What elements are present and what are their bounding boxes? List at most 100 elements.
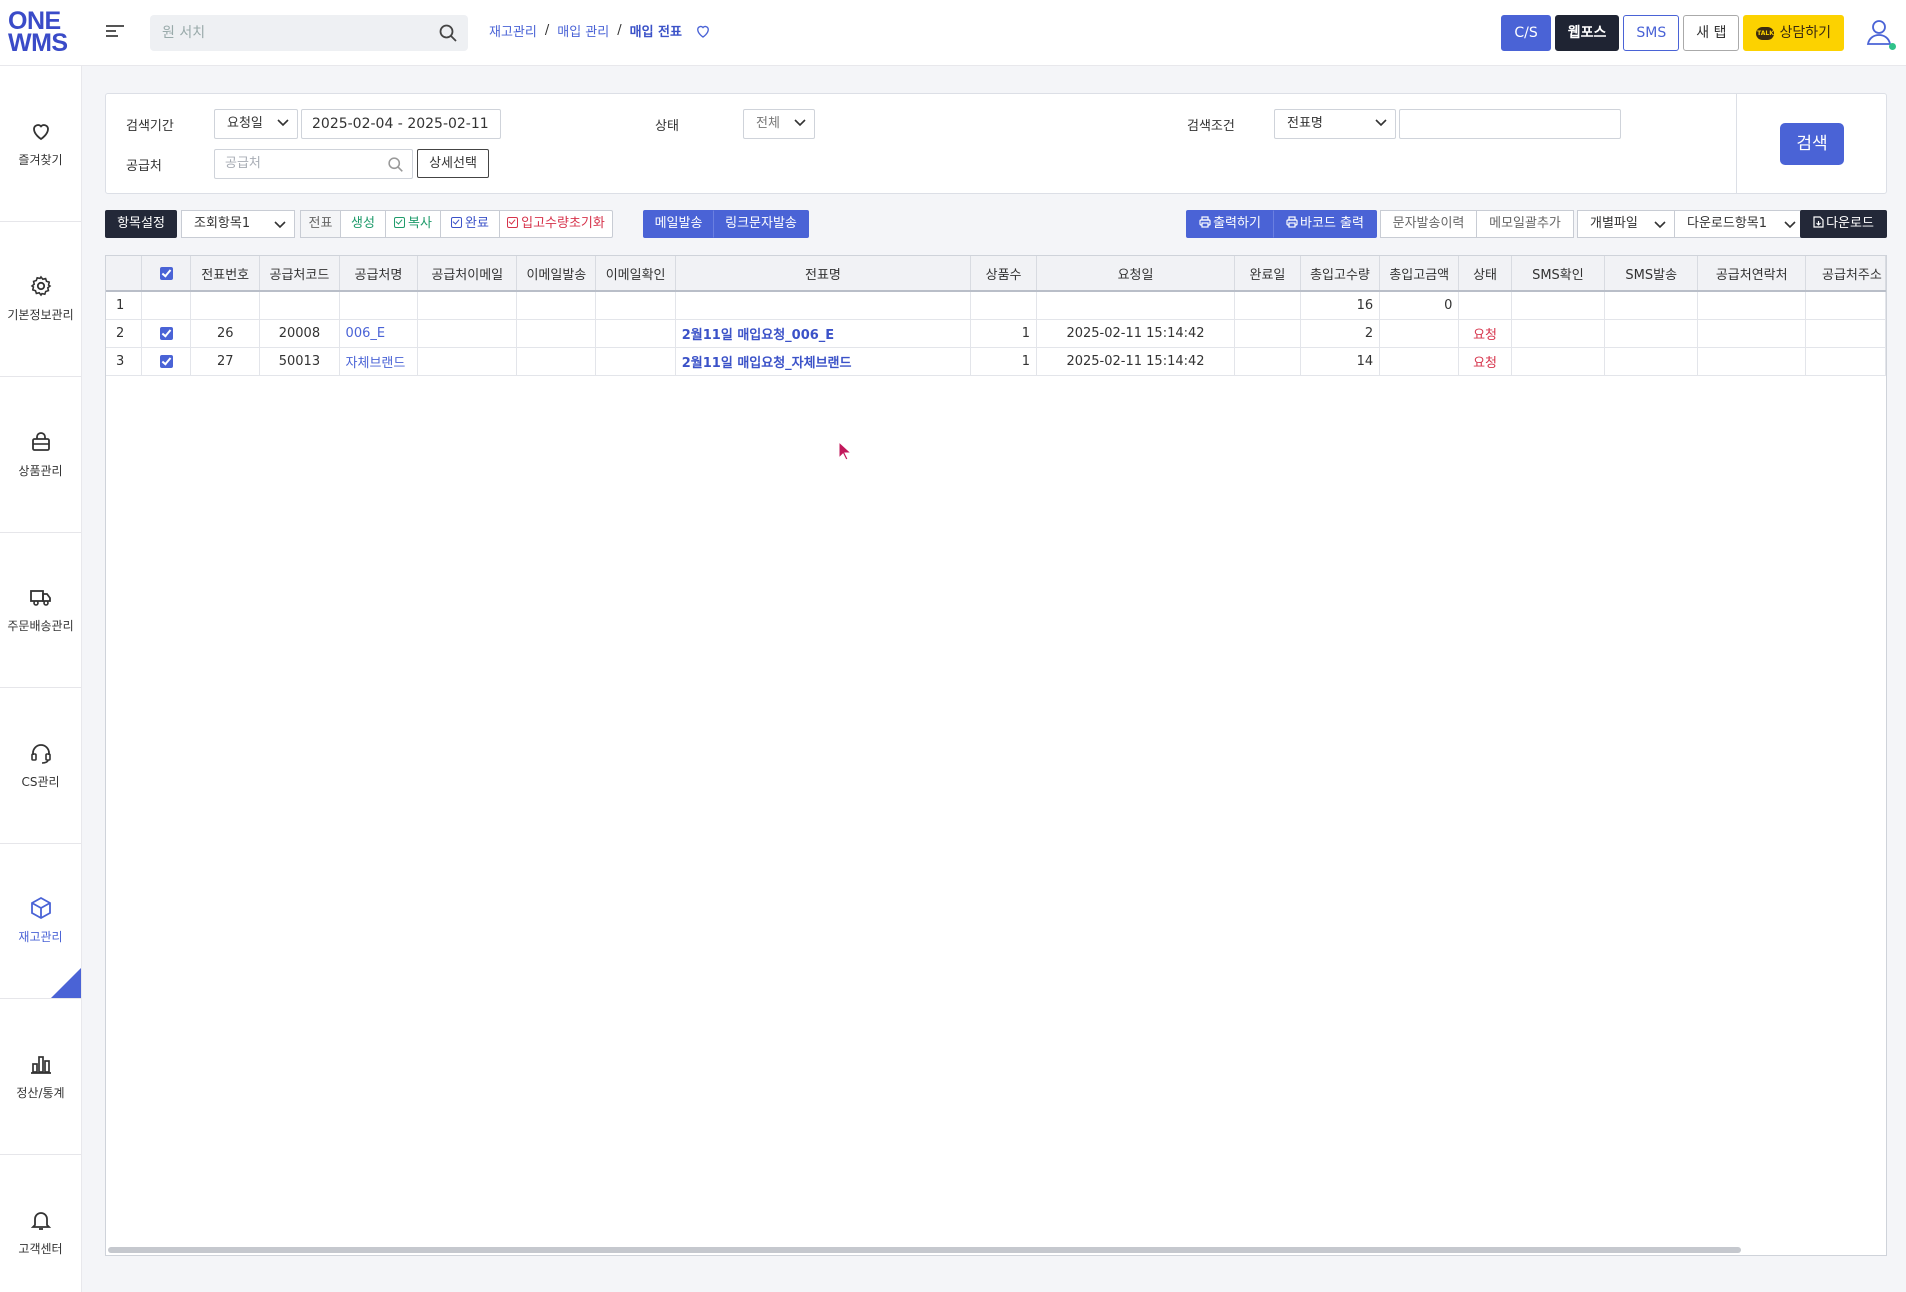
period-label: 검색기간 [126, 119, 174, 134]
table-cell [141, 291, 192, 320]
column-header[interactable]: SMS확인 [1511, 256, 1606, 292]
active-indicator [51, 968, 81, 998]
column-header[interactable]: 공급처이메일 [417, 256, 518, 292]
row-checkbox-cell[interactable] [141, 347, 192, 376]
column-header[interactable]: 총입고금액 [1379, 256, 1460, 292]
barcode-print-label: 바코드 출력 [1300, 216, 1364, 231]
supplier-name-link[interactable]: 자체브랜드 [339, 347, 419, 376]
total-qty-cell: 2 [1300, 319, 1381, 348]
slip-name-link[interactable]: 2월11일 매입요청_자체브랜드 [675, 347, 972, 376]
webpos-button[interactable]: 웹포스 [1554, 15, 1620, 51]
table-cell [516, 291, 597, 320]
send-link-sms-button[interactable]: 링크문자발송 [713, 210, 809, 238]
sidebar-item-basic-info[interactable]: 기본정보관리 [0, 222, 81, 377]
search-button[interactable]: 검색 [1780, 123, 1844, 165]
column-header[interactable]: 상품수 [970, 256, 1037, 292]
send-mail-button[interactable]: 메일발송 [643, 210, 714, 238]
table-cell [1458, 291, 1512, 320]
column-header[interactable]: 전표번호 [190, 256, 261, 292]
sidebar-item-favorites[interactable]: 즐겨찾기 [0, 66, 81, 222]
column-header[interactable]: 공급처코드 [259, 256, 340, 292]
breadcrumb-item-inventory[interactable]: 재고관리 [489, 21, 537, 40]
supplier-name-link[interactable]: 006_E [339, 319, 419, 348]
supplier-input[interactable]: 공급처 [214, 149, 413, 179]
email-sent-cell [516, 319, 597, 348]
column-settings-button[interactable]: 항목설정 [105, 210, 177, 238]
table-cell [339, 291, 419, 320]
column-header[interactable]: 공급처주소 [1805, 256, 1886, 292]
row-checkbox[interactable] [159, 354, 173, 368]
column-header[interactable]: 공급처연락처 [1697, 256, 1806, 292]
individual-file-select[interactable]: 개별파일 [1577, 210, 1675, 238]
breadcrumb-item-purchase[interactable]: 매입 관리 [557, 21, 609, 40]
column-header[interactable]: 전표명 [675, 256, 972, 292]
sidebar-item-customer-center[interactable]: 고객센터 [0, 1155, 81, 1292]
copy-button[interactable]: 복사 [385, 210, 441, 238]
chevron-down-icon [1375, 119, 1387, 127]
create-button[interactable]: 생성 [340, 210, 386, 238]
global-search-input[interactable] [150, 15, 420, 51]
status-select[interactable]: 전체 [743, 109, 815, 139]
total-amount-cell [1379, 319, 1460, 348]
slip-name-link[interactable]: 2월11일 매입요청_006_E [675, 319, 972, 348]
search-icon[interactable] [387, 156, 404, 173]
print-button[interactable]: 출력하기 [1186, 210, 1274, 238]
column-header[interactable]: SMS발송 [1604, 256, 1699, 292]
condition-input[interactable] [1399, 109, 1621, 139]
barcode-print-button[interactable]: 바코드 출력 [1273, 210, 1377, 238]
sidebar-item-inventory[interactable]: 재고관리 [0, 844, 81, 999]
status-label: 상태 [655, 119, 679, 134]
request-date-cell: 2025-02-11 15:14:42 [1036, 347, 1236, 376]
printer-icon [1286, 216, 1298, 228]
download-button[interactable]: 다운로드 [1800, 210, 1887, 238]
column-header[interactable]: 공급처명 [339, 256, 419, 292]
heart-icon [32, 123, 49, 140]
period-range-input[interactable]: 2025-02-04 - 2025-02-11 [301, 109, 501, 139]
global-search [150, 15, 468, 51]
reset-qty-button[interactable]: 입고수량초기화 [499, 210, 613, 238]
slip-label: 전표 [300, 210, 341, 238]
consult-button[interactable]: TALK 상담하기 [1743, 15, 1844, 51]
logo[interactable]: ONE WMS [8, 9, 68, 58]
headset-icon [30, 743, 51, 764]
table-row[interactable]: 3 27 50013 자체브랜드 2월11일 매입요청_자체브랜드 1 2025… [106, 347, 1886, 376]
column-header[interactable]: 완료일 [1234, 256, 1301, 292]
download-item-select[interactable]: 다운로드항목1 [1674, 210, 1805, 238]
sidebar-item-cs[interactable]: CS관리 [0, 688, 81, 844]
favorite-heart-icon[interactable] [694, 22, 712, 40]
cs-button[interactable]: C/S [1501, 15, 1551, 51]
complete-button[interactable]: 완료 [440, 210, 500, 238]
chevron-down-icon [277, 119, 289, 127]
sms-history-button[interactable]: 문자발송이력 [1380, 210, 1477, 238]
column-header[interactable]: 총입고수량 [1300, 256, 1381, 292]
logo-line-2: WMS [8, 29, 68, 57]
column-header[interactable]: 요청일 [1036, 256, 1236, 292]
select-all-checkbox[interactable] [159, 266, 173, 280]
condition-select[interactable]: 전표명 [1274, 109, 1396, 139]
select-all-header[interactable] [141, 256, 192, 292]
detail-select-button[interactable]: 상세선택 [417, 149, 489, 178]
table-row[interactable]: 2 26 20008 006_E 2월11일 매입요청_006_E 1 2025… [106, 319, 1886, 348]
view-item-select[interactable]: 조회항목1 [181, 210, 295, 238]
column-header[interactable]: 이메일발송 [516, 256, 597, 292]
menu-toggle-icon[interactable] [106, 22, 124, 42]
chevron-down-icon [794, 119, 806, 127]
file-icon [1813, 216, 1824, 228]
sms-send-cell [1604, 347, 1699, 376]
user-icon[interactable] [1866, 18, 1892, 48]
copy-label: 복사 [408, 216, 432, 231]
row-checkbox-cell[interactable] [141, 319, 192, 348]
new-tab-button[interactable]: 새 탭 [1683, 15, 1740, 51]
column-header[interactable]: 상태 [1458, 256, 1512, 292]
column-header[interactable]: 이메일확인 [595, 256, 676, 292]
sidebar-item-settlement[interactable]: 정산/통계 [0, 999, 81, 1155]
horizontal-scrollbar[interactable] [108, 1247, 1741, 1253]
sms-button[interactable]: SMS [1623, 15, 1680, 51]
complete-date-cell [1234, 347, 1301, 376]
search-icon[interactable] [438, 23, 458, 43]
sidebar-item-orders[interactable]: 주문배송관리 [0, 533, 81, 688]
sidebar-item-products[interactable]: 상품관리 [0, 377, 81, 533]
row-checkbox[interactable] [159, 326, 173, 340]
period-type-select[interactable]: 요청일 [214, 109, 298, 139]
memo-bulk-add-button[interactable]: 메모일괄추가 [1476, 210, 1574, 238]
